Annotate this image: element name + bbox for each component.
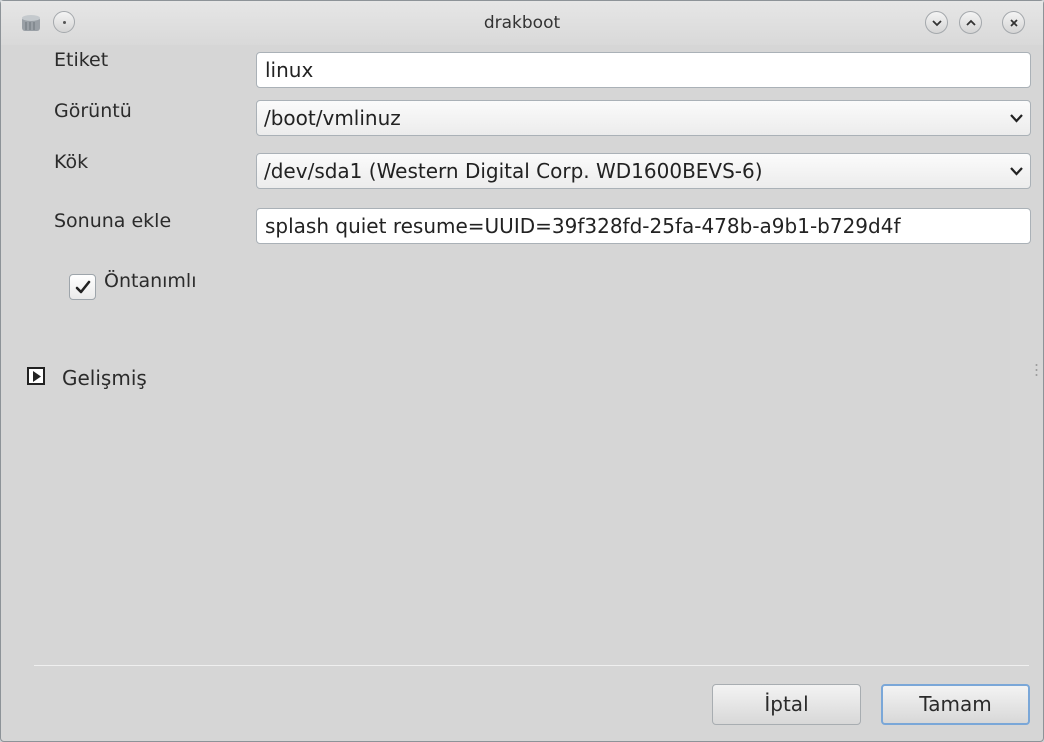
label-field-label: Etiket	[54, 49, 109, 71]
button-separator	[34, 665, 1029, 666]
root-field-label: Kök	[54, 151, 89, 173]
append-input[interactable]: splash quiet resume=UUID=39f328fd-25fa-4…	[256, 208, 1031, 244]
ok-button[interactable]: Tamam	[881, 684, 1030, 725]
triangle-right-icon	[33, 371, 41, 382]
window-title: drakboot	[483, 13, 561, 33]
append-field-label: Sonuna ekle	[54, 210, 172, 232]
label-input[interactable]: linux	[256, 52, 1031, 88]
advanced-expander[interactable]	[27, 367, 45, 385]
advanced-expander-label[interactable]: Gelişmiş	[62, 366, 147, 390]
default-checkbox-label[interactable]: Öntanımlı	[104, 270, 196, 292]
pane-handle-icon[interactable]	[1035, 363, 1038, 377]
root-combobox[interactable]: /dev/sda1 (Western Digital Corp. WD1600B…	[256, 153, 1031, 189]
default-checkbox[interactable]	[69, 274, 96, 300]
image-combobox-value: /boot/vmlinuz	[264, 106, 401, 130]
image-field-label: Görüntü	[54, 100, 132, 122]
minimize-icon[interactable]	[925, 11, 948, 34]
chevron-down-icon	[1010, 114, 1023, 123]
root-combobox-value: /dev/sda1 (Western Digital Corp. WD1600B…	[264, 159, 763, 183]
checkmark-icon	[75, 280, 91, 294]
maximize-icon[interactable]	[959, 11, 982, 34]
cancel-button[interactable]: İptal	[712, 684, 861, 725]
close-icon[interactable]	[1002, 11, 1025, 34]
title-bar[interactable]: drakboot	[1, 1, 1043, 45]
drakboot-window: drakboot Etiket linux Görüntü /boot/vmli…	[0, 0, 1044, 742]
image-combobox[interactable]: /boot/vmlinuz	[256, 100, 1031, 136]
chevron-down-icon	[1010, 167, 1023, 176]
